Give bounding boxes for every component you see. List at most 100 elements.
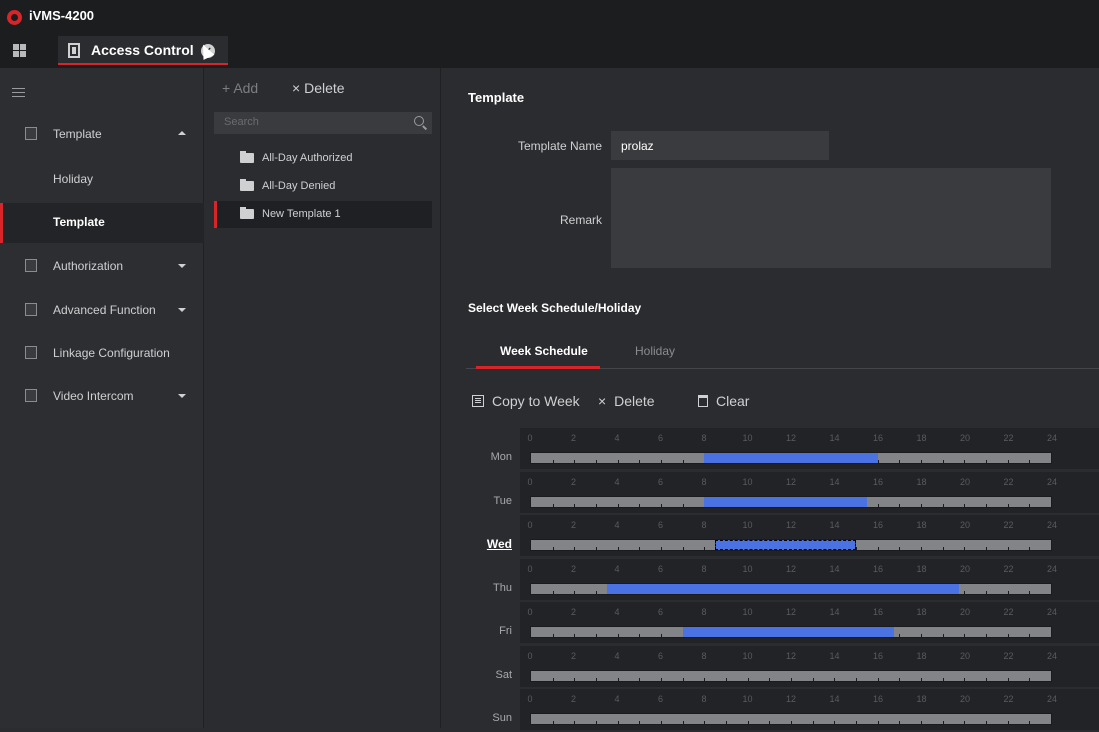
apps-grid-icon[interactable] <box>13 44 26 57</box>
day-label[interactable]: Thu <box>472 582 512 594</box>
sidebar-item-video-intercom[interactable]: Video Intercom <box>0 376 204 416</box>
day-timeline[interactable]: 0 2 4 6 8 10 12 14 16 18 20 22 24 <box>520 428 1099 469</box>
app-logo-icon <box>7 10 22 25</box>
hour-tick <box>986 634 987 637</box>
add-button[interactable]: + Add <box>222 80 258 96</box>
sidebar-item-advanced-function[interactable]: Advanced Function <box>0 290 204 330</box>
hour-tick-label: 14 <box>829 563 840 574</box>
delete-button[interactable]: × Delete <box>292 80 345 96</box>
sidebar-item-holiday[interactable]: Holiday <box>0 160 204 200</box>
day-label[interactable]: Tue <box>472 495 512 507</box>
time-segment[interactable] <box>682 627 894 637</box>
time-segment[interactable] <box>715 540 856 550</box>
copy-label: Copy to Week <box>492 393 580 409</box>
delete-label: Delete <box>304 80 345 96</box>
tab-holiday[interactable]: Holiday <box>635 344 675 358</box>
hour-tick-label: 14 <box>829 433 840 443</box>
hour-tick <box>986 721 987 724</box>
hour-tick-label: 6 <box>657 433 664 443</box>
delete-schedule-button[interactable]: × Delete <box>598 393 655 409</box>
day-timeline[interactable]: 0 2 4 6 8 10 12 14 16 18 20 22 24 <box>520 602 1099 643</box>
day-label[interactable]: Fri <box>472 625 512 637</box>
hour-tick-label: 16 <box>872 433 884 443</box>
day-row-wed: Wed 0 2 4 6 8 10 12 14 16 18 20 22 24 <box>472 515 1099 558</box>
menu-toggle-icon[interactable] <box>12 88 25 97</box>
hour-tick-label: 22 <box>1003 694 1014 704</box>
search-icon[interactable] <box>414 116 424 126</box>
sidebar-item-template[interactable]: Template <box>0 114 204 154</box>
hour-tick-label: 10 <box>742 650 753 661</box>
hour-tick-label: 24 <box>1046 607 1058 617</box>
hour-tick-label: 10 <box>742 694 753 704</box>
sidebar-item-label: Template <box>53 215 105 229</box>
sidebar-item-template-sub[interactable]: Template <box>0 203 204 243</box>
hour-tick-label: 6 <box>657 563 664 574</box>
time-bar[interactable] <box>530 539 1052 551</box>
hour-tick-label: 18 <box>916 476 927 487</box>
time-segment[interactable] <box>606 583 959 594</box>
hour-tick-label: 18 <box>916 607 927 617</box>
hour-tick <box>769 677 771 681</box>
template-name-field[interactable]: prolaz <box>611 131 829 160</box>
time-bar[interactable] <box>530 713 1052 725</box>
day-timeline[interactable]: 0 2 4 6 8 10 12 14 16 18 20 22 24 <box>520 558 1099 600</box>
hour-tick-label: 2 <box>570 694 577 704</box>
day-row-sun: Sun 0 2 4 6 8 10 12 14 16 18 20 22 24 <box>472 689 1099 732</box>
day-timeline[interactable]: 0 2 4 6 8 10 12 14 16 18 20 22 24 <box>520 645 1099 687</box>
hour-tick <box>661 460 662 463</box>
time-bar[interactable] <box>530 452 1052 464</box>
day-label[interactable]: Mon <box>472 451 512 463</box>
day-timeline[interactable]: 0 2 4 6 8 10 12 14 16 18 20 22 24 <box>520 471 1099 513</box>
day-label[interactable]: Sat <box>472 669 512 681</box>
edit-icon <box>25 127 37 140</box>
copy-to-week-button[interactable]: Copy to Week <box>472 393 580 409</box>
day-timeline[interactable]: 0 2 4 6 8 10 12 14 16 18 20 22 24 <box>520 515 1099 556</box>
hour-tick <box>1029 634 1031 637</box>
hour-tick <box>899 721 901 724</box>
hour-tick-label: 18 <box>916 520 927 530</box>
search-input[interactable]: Search <box>214 112 432 134</box>
hour-tick <box>856 547 857 550</box>
sidebar-item-linkage-configuration[interactable]: Linkage Configuration <box>0 333 204 373</box>
linkage-icon <box>25 346 37 359</box>
hour-tick-label: 6 <box>657 520 664 530</box>
hour-tick <box>964 503 966 507</box>
hour-tick-label: 22 <box>1003 650 1014 661</box>
hour-tick-label: 20 <box>959 520 971 530</box>
hour-tick <box>596 547 597 550</box>
hour-tick-label: 12 <box>785 476 797 487</box>
hour-tick <box>942 460 944 463</box>
hour-tick <box>942 503 944 507</box>
day-label[interactable]: Wed <box>472 537 512 551</box>
time-segment[interactable] <box>704 496 867 507</box>
time-bar[interactable] <box>530 495 1052 508</box>
hour-tick <box>942 677 944 681</box>
hour-tick <box>552 634 554 637</box>
list-item[interactable]: All-Day Denied <box>214 173 432 200</box>
time-bar[interactable] <box>530 669 1052 682</box>
hour-tick <box>791 677 792 681</box>
hour-tick <box>877 460 879 463</box>
clear-button[interactable]: Clear <box>698 393 749 409</box>
hour-tick-label: 12 <box>785 563 797 574</box>
remark-field[interactable] <box>611 168 1051 268</box>
hour-tick <box>596 503 597 507</box>
hour-tick <box>661 547 662 550</box>
day-label[interactable]: Sun <box>472 712 512 724</box>
hour-tick-label: 10 <box>742 433 753 443</box>
tab-week-schedule[interactable]: Week Schedule <box>500 344 588 358</box>
trash-icon <box>698 395 708 407</box>
hour-tick <box>1029 460 1031 463</box>
hour-tick <box>964 547 966 550</box>
list-item[interactable]: New Template 1 <box>214 201 432 228</box>
sidebar-item-authorization[interactable]: Authorization <box>0 246 204 286</box>
time-segment[interactable] <box>704 453 878 463</box>
time-bar[interactable] <box>530 626 1052 638</box>
hour-tick-label: 10 <box>742 607 753 617</box>
time-bar[interactable] <box>530 582 1052 595</box>
hour-tick <box>899 634 901 637</box>
hour-tick <box>921 460 922 463</box>
hour-tick <box>921 677 922 681</box>
list-item[interactable]: All-Day Authorized <box>214 145 432 172</box>
day-timeline[interactable]: 0 2 4 6 8 10 12 14 16 18 20 22 24 <box>520 689 1099 730</box>
